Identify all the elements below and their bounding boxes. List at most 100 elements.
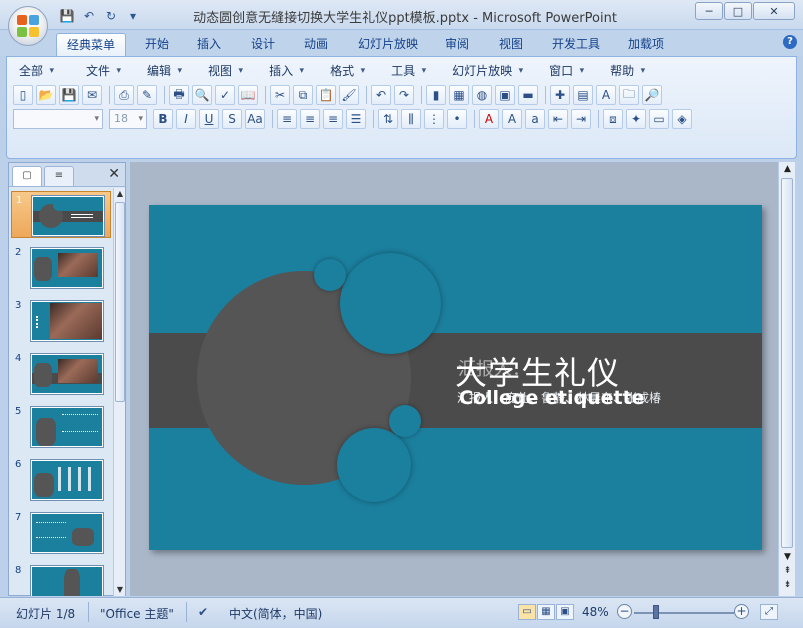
tab-design[interactable]: 设计 bbox=[242, 33, 284, 56]
zoom-in-icon[interactable]: + bbox=[734, 604, 749, 619]
close-icon[interactable]: ✕ bbox=[108, 166, 120, 182]
italic-icon[interactable]: I bbox=[176, 109, 196, 129]
font-size-combo[interactable]: 18 bbox=[109, 109, 147, 129]
menu-slideshow[interactable]: 幻灯片放映 bbox=[444, 61, 525, 81]
redo-icon[interactable]: ↻ bbox=[102, 8, 120, 24]
align-left-icon[interactable]: ≡ bbox=[277, 109, 297, 129]
menu-tools[interactable]: 工具 bbox=[383, 61, 428, 81]
menu-view[interactable]: 视图 bbox=[200, 61, 245, 81]
slides-tab-icon[interactable]: ▢ bbox=[12, 166, 42, 186]
bullets-icon[interactable]: • bbox=[447, 109, 467, 129]
align-center-icon[interactable]: ≡ bbox=[300, 109, 320, 129]
slide-canvas[interactable]: 汇报人： 大学生礼仪 汇报人：庞仕、鲁静、林晨东、张成椿 College eti… bbox=[149, 205, 762, 550]
zoom-slider-handle[interactable] bbox=[653, 605, 659, 619]
layout-icon[interactable]: ▤ bbox=[573, 85, 593, 105]
scroll-down-icon[interactable]: ▼ bbox=[114, 584, 126, 596]
zoom-slider[interactable] bbox=[634, 612, 734, 614]
slideshow-view-icon[interactable]: ▣ bbox=[556, 604, 574, 620]
tab-insert[interactable]: 插入 bbox=[188, 33, 230, 56]
menu-insert[interactable]: 插入 bbox=[261, 61, 306, 81]
shape-outline-icon[interactable]: ▭ bbox=[649, 109, 669, 129]
save-icon[interactable]: 💾 bbox=[58, 8, 76, 24]
copy-icon[interactable]: ⧉ bbox=[293, 85, 313, 105]
office-button[interactable] bbox=[8, 6, 48, 46]
tab-addins[interactable]: 加载项 bbox=[618, 33, 674, 56]
tab-slideshow[interactable]: 幻灯片放映 bbox=[350, 33, 426, 56]
shape-fill-icon[interactable]: ▬ bbox=[518, 85, 538, 105]
tab-home[interactable]: 开始 bbox=[136, 33, 178, 56]
chart-icon[interactable]: ▮ bbox=[426, 85, 446, 105]
menu-file[interactable]: 文件 bbox=[78, 61, 123, 81]
zoom-icon[interactable]: 🔎 bbox=[642, 85, 662, 105]
tab-view[interactable]: 视图 bbox=[490, 33, 532, 56]
scroll-down-icon[interactable]: ▼ bbox=[779, 552, 796, 562]
outline-tab-icon[interactable]: ≡ bbox=[44, 166, 74, 186]
change-case-icon[interactable]: Aa bbox=[245, 109, 265, 129]
paste-icon[interactable]: 📋 bbox=[316, 85, 336, 105]
new-slide-icon[interactable]: ✚ bbox=[550, 85, 570, 105]
font-color-icon[interactable]: A bbox=[479, 109, 499, 129]
minimize-button[interactable]: ─ bbox=[695, 2, 723, 20]
font-name-combo[interactable] bbox=[13, 109, 103, 129]
open-icon[interactable]: 🗀 bbox=[619, 85, 639, 105]
scroll-up-icon[interactable]: ▲ bbox=[779, 164, 796, 174]
undo-icon[interactable]: ↶ bbox=[371, 85, 391, 105]
shrink-font-icon[interactable]: a bbox=[525, 109, 545, 129]
undo-icon[interactable]: ↶ bbox=[80, 8, 98, 24]
grow-font-icon[interactable]: A bbox=[502, 109, 522, 129]
tab-review[interactable]: 审阅 bbox=[436, 33, 478, 56]
slide-thumbnail[interactable]: 6 bbox=[11, 456, 111, 503]
slide-subtitle[interactable]: College etiquette bbox=[459, 387, 645, 409]
thumbnail-scrollbar[interactable]: ▲ ▼ bbox=[113, 188, 125, 596]
editor-scrollbar[interactable]: ▲ ▼ ⇞ ⇟ bbox=[778, 162, 795, 596]
permission-icon[interactable]: ✉ bbox=[82, 85, 102, 105]
underline-icon[interactable]: U bbox=[199, 109, 219, 129]
align-right-icon[interactable]: ≡ bbox=[323, 109, 343, 129]
redo-icon[interactable]: ↷ bbox=[394, 85, 414, 105]
decrease-indent-icon[interactable]: ⇤ bbox=[548, 109, 568, 129]
tab-classic-menu[interactable]: 经典菜单 bbox=[56, 33, 126, 56]
spelling-check-icon[interactable]: ✔ bbox=[198, 605, 208, 619]
print-icon[interactable]: 🖶 bbox=[169, 85, 189, 105]
justify-icon[interactable]: ☰ bbox=[346, 109, 366, 129]
zoom-level[interactable]: 48% bbox=[582, 605, 609, 619]
next-slide-icon[interactable]: ⇟ bbox=[779, 580, 796, 590]
customize-qat-icon[interactable]: ▾ bbox=[124, 8, 142, 24]
text-direction-icon[interactable]: ⇅ bbox=[378, 109, 398, 129]
strikethrough-icon[interactable]: S bbox=[222, 109, 242, 129]
new-document-icon[interactable]: ▯ bbox=[13, 85, 33, 105]
normal-view-icon[interactable]: ▭ bbox=[518, 604, 536, 620]
maximize-button[interactable]: □ bbox=[724, 2, 752, 20]
help-icon[interactable]: ? bbox=[783, 35, 797, 49]
email-icon[interactable]: ✎ bbox=[137, 85, 157, 105]
language[interactable]: 中文(简体，中国) bbox=[229, 605, 322, 622]
quick-styles-icon[interactable]: ✦ bbox=[626, 109, 646, 129]
tab-animations[interactable]: 动画 bbox=[295, 33, 337, 56]
fit-to-window-icon[interactable]: ⤢ bbox=[760, 604, 778, 620]
textbox-icon[interactable]: A bbox=[596, 85, 616, 105]
table-icon[interactable]: ▦ bbox=[449, 85, 469, 105]
columns-icon[interactable]: ⫼ bbox=[401, 109, 421, 129]
spelling-icon[interactable]: ✓ bbox=[215, 85, 235, 105]
shape-effects-icon[interactable]: ◈ bbox=[672, 109, 692, 129]
picture-icon[interactable]: ▣ bbox=[495, 85, 515, 105]
menu-help[interactable]: 帮助 bbox=[602, 61, 647, 81]
save-icon[interactable]: 💾 bbox=[59, 85, 79, 105]
scroll-thumb[interactable] bbox=[115, 202, 125, 402]
menu-window[interactable]: 窗口 bbox=[541, 61, 586, 81]
tab-developer[interactable]: 开发工具 bbox=[544, 33, 608, 56]
pdf-icon[interactable]: ⎙ bbox=[114, 85, 134, 105]
numbering-icon[interactable]: ⋮ bbox=[424, 109, 444, 129]
slide-thumbnail[interactable]: 8 bbox=[11, 562, 111, 596]
slide-thumbnail[interactable]: 4 bbox=[11, 350, 111, 397]
menu-all[interactable]: 全部 bbox=[11, 61, 56, 81]
print-preview-icon[interactable]: 🔍 bbox=[192, 85, 212, 105]
slide-thumbnail[interactable]: 3 bbox=[11, 297, 111, 344]
increase-indent-icon[interactable]: ⇥ bbox=[571, 109, 591, 129]
scroll-thumb[interactable] bbox=[781, 178, 793, 548]
menu-edit[interactable]: 编辑 bbox=[139, 61, 184, 81]
open-folder-icon[interactable]: 📂 bbox=[36, 85, 56, 105]
arrange-icon[interactable]: ⧈ bbox=[603, 109, 623, 129]
slide-thumbnail[interactable]: 2 bbox=[11, 244, 111, 291]
slide-sorter-icon[interactable]: ▦ bbox=[537, 604, 555, 620]
